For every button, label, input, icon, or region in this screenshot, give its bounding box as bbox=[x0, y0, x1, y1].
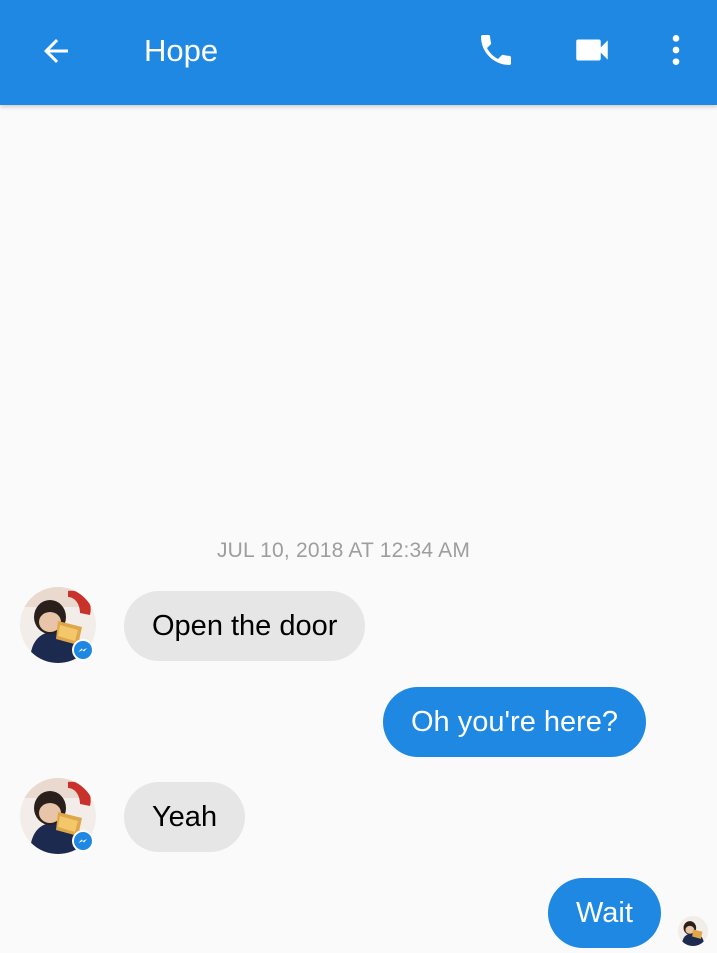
messenger-badge bbox=[72, 639, 94, 661]
video-camera-icon bbox=[576, 39, 608, 61]
phone-icon bbox=[481, 35, 511, 65]
more-vertical-icon bbox=[672, 35, 680, 65]
messenger-badge bbox=[72, 830, 94, 852]
back-button[interactable] bbox=[36, 31, 76, 71]
message-thread[interactable]: JUL 10, 2018 AT 12:34 AM Open the door O… bbox=[0, 105, 717, 953]
thread-timestamp: JUL 10, 2018 AT 12:34 AM bbox=[216, 539, 471, 562]
seen-receipt-avatar bbox=[678, 916, 708, 946]
contact-name[interactable]: Hope bbox=[144, 30, 218, 72]
app-bar: Hope bbox=[0, 0, 717, 105]
arrow-back-icon bbox=[44, 39, 68, 63]
outgoing-message-bubble[interactable]: Oh you're here? bbox=[383, 687, 647, 757]
more-options-button[interactable] bbox=[654, 28, 698, 72]
incoming-message-bubble[interactable]: Yeah bbox=[124, 782, 246, 852]
incoming-message-bubble[interactable]: Open the door bbox=[124, 591, 366, 661]
messenger-icon bbox=[78, 839, 87, 843]
voice-call-button[interactable] bbox=[474, 28, 518, 72]
messenger-icon bbox=[78, 648, 87, 652]
outgoing-message-bubble[interactable]: Wait bbox=[548, 878, 661, 948]
video-call-button[interactable] bbox=[570, 28, 614, 72]
